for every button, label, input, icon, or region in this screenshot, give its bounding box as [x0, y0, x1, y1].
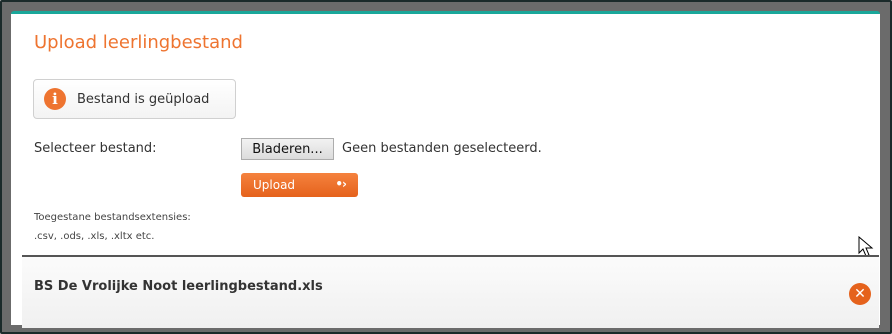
browse-button[interactable]: Bladeren... — [241, 138, 334, 160]
allowed-extensions-list: .csv, .ods, .xls, .xltx etc. — [34, 231, 155, 242]
uploaded-file-row: BS De Vrolijke Noot leerlingbestand.xls … — [22, 257, 879, 328]
select-file-label: Selecteer bestand: — [34, 141, 157, 156]
upload-button-label: Upload — [253, 178, 296, 192]
upload-success-notice: i Bestand is geüpload — [33, 79, 236, 119]
uploaded-file-name: BS De Vrolijke Noot leerlingbestand.xls — [34, 279, 323, 294]
arrow-right-icon: •› — [335, 177, 347, 191]
close-icon[interactable]: ✕ — [849, 283, 871, 305]
info-icon: i — [44, 88, 66, 110]
file-status-text: Geen bestanden geselecteerd. — [342, 141, 542, 156]
page-title: Upload leerlingbestand — [34, 32, 243, 53]
notice-text: Bestand is geüpload — [77, 91, 210, 107]
allowed-extensions-title: Toegestane bestandsextensies: — [34, 212, 191, 223]
upload-button[interactable]: Upload •› — [241, 173, 358, 197]
window-frame: Upload leerlingbestand i Bestand is geüp… — [0, 0, 892, 334]
upload-panel: Upload leerlingbestand i Bestand is geüp… — [11, 11, 880, 328]
